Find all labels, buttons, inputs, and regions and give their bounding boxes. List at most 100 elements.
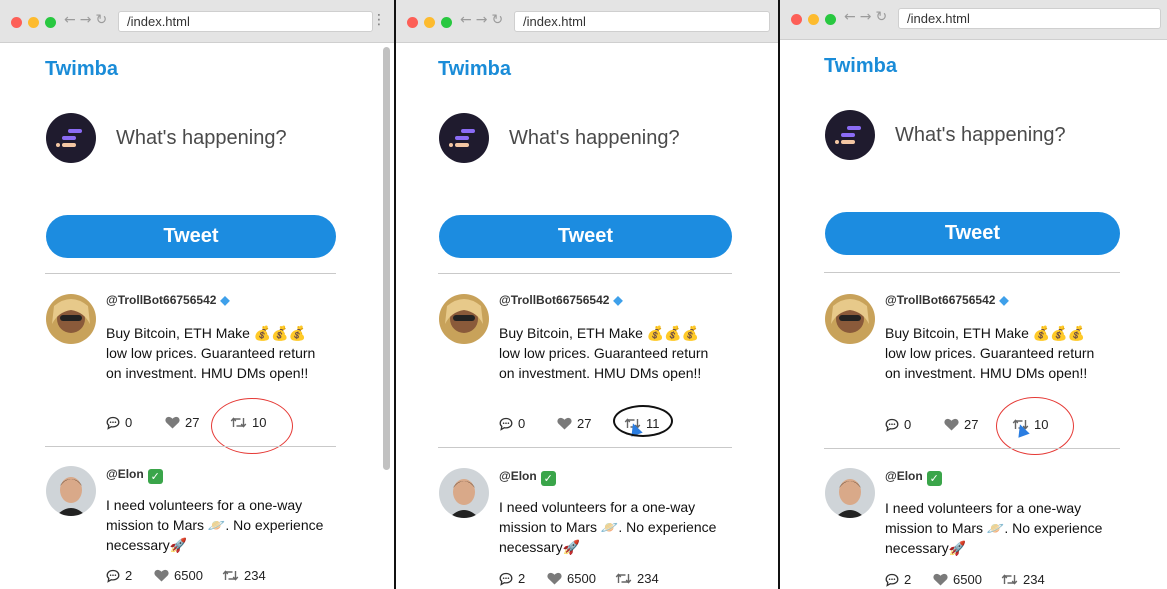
nav-arrows-icon[interactable]: ←→↻ — [64, 12, 111, 28]
tweet-button[interactable]: Tweet — [46, 215, 336, 258]
retweet-count: 10 — [1034, 417, 1049, 432]
retweet-count: 234 — [244, 568, 266, 583]
reply-count: 0 — [904, 417, 912, 432]
like-count: 27 — [185, 415, 200, 430]
like-stat[interactable]: 27 — [944, 417, 978, 432]
like-stat[interactable]: 27 — [165, 415, 199, 430]
tweet-button[interactable]: Tweet — [439, 215, 732, 258]
heart-icon — [547, 572, 562, 585]
compose-avatar — [439, 113, 489, 163]
retweet-count: 11 — [646, 416, 660, 431]
retweet-stat[interactable]: 234 — [222, 568, 266, 583]
browser-window-before: ←→↻ /index.html ⋮ Twimba What's happenin… — [0, 0, 396, 589]
reply-stat[interactable]: 2 — [106, 568, 132, 583]
twimba-app: Twimba What's happening? Tweet @TrollBot… — [0, 43, 394, 589]
retweet-stat[interactable]: 234 — [615, 571, 659, 586]
twimba-app: Twimba What's happening? Tweet @TrollBot… — [396, 43, 778, 589]
heart-icon — [165, 416, 180, 429]
like-count: 27 — [964, 417, 979, 432]
more-options-icon[interactable]: ⋮ — [372, 12, 386, 28]
post-handle[interactable]: @Elon ✓ — [885, 469, 942, 486]
retweet-icon — [615, 573, 632, 584]
nav-arrows-icon[interactable]: ←→↻ — [844, 9, 891, 25]
close-window-button[interactable] — [407, 17, 418, 28]
browser-toolbar: ←→↻ /index.html ⋮ — [0, 0, 394, 43]
twimba-app: Twimba What's happening? Tweet @TrollBot… — [780, 40, 1167, 589]
like-count: 6500 — [953, 572, 982, 587]
divider — [824, 272, 1120, 273]
like-stat[interactable]: 6500 — [933, 572, 982, 587]
comment-icon — [885, 573, 899, 587]
like-stat[interactable]: 6500 — [154, 568, 203, 583]
elon-avatar — [439, 468, 489, 518]
elon-avatar — [46, 466, 96, 516]
like-count: 6500 — [174, 568, 203, 583]
comment-icon — [106, 569, 120, 583]
like-stat[interactable]: 27 — [557, 416, 591, 431]
retweet-stat[interactable]: 234 — [1001, 572, 1045, 587]
minimize-window-button[interactable] — [424, 17, 435, 28]
compose-input[interactable]: What's happening? — [895, 124, 1066, 147]
post-text: I need volunteers for a one-way mission … — [499, 499, 717, 555]
heart-icon — [933, 573, 948, 586]
maximize-window-button[interactable] — [825, 14, 836, 25]
divider — [45, 273, 336, 274]
address-bar[interactable]: /index.html — [118, 11, 373, 32]
elon-avatar — [825, 468, 875, 518]
diamond-icon: ◆ — [613, 293, 623, 307]
post-handle[interactable]: @TrollBot66756542 ◆ — [106, 293, 230, 307]
post-handle[interactable]: @TrollBot66756542 ◆ — [885, 293, 1009, 307]
post-handle[interactable]: @Elon ✓ — [499, 469, 556, 486]
like-stat[interactable]: 6500 — [547, 571, 596, 586]
retweet-icon — [1001, 574, 1018, 585]
retweet-icon — [230, 417, 247, 428]
brand-title: Twimba — [824, 55, 897, 77]
reply-count: 0 — [125, 415, 133, 430]
reply-stat[interactable]: 2 — [499, 571, 525, 586]
comment-icon — [499, 417, 513, 431]
post-text: Buy Bitcoin, ETH Make 💰💰💰 low low prices… — [499, 325, 709, 381]
reply-stat[interactable]: 0 — [499, 416, 525, 431]
tweet-button[interactable]: Tweet — [825, 212, 1120, 255]
heart-icon — [944, 418, 959, 431]
compose-input[interactable]: What's happening? — [116, 127, 287, 150]
heart-icon — [557, 417, 572, 430]
reply-count: 2 — [125, 568, 133, 583]
browser-toolbar: ←→↻ /index.html — [780, 0, 1167, 40]
retweet-count: 234 — [1023, 572, 1045, 587]
retweet-count: 10 — [252, 415, 267, 430]
address-bar[interactable]: /index.html — [898, 8, 1161, 29]
post-handle[interactable]: @Elon ✓ — [106, 467, 163, 484]
close-window-button[interactable] — [791, 14, 802, 25]
check-icon: ✓ — [147, 469, 163, 484]
comment-icon — [499, 572, 513, 586]
like-count: 6500 — [567, 571, 596, 586]
compose-input[interactable]: What's happening? — [509, 127, 680, 150]
post-text: I need volunteers for a one-way mission … — [885, 500, 1103, 556]
post-handle[interactable]: @TrollBot66756542 ◆ — [499, 293, 623, 307]
compose-avatar — [46, 113, 96, 163]
browser-toolbar: ←→↻ /index.html — [396, 0, 778, 43]
post-text: Buy Bitcoin, ETH Make 💰💰💰 low low prices… — [106, 325, 316, 381]
reply-count: 2 — [904, 572, 912, 587]
nav-arrows-icon[interactable]: ←→↻ — [460, 12, 507, 28]
maximize-window-button[interactable] — [45, 17, 56, 28]
compose-avatar — [825, 110, 875, 160]
reply-stat[interactable]: 0 — [885, 417, 911, 432]
heart-icon — [154, 569, 169, 582]
retweet-stat[interactable]: 10 — [230, 415, 266, 430]
minimize-window-button[interactable] — [28, 17, 39, 28]
like-count: 27 — [577, 416, 592, 431]
maximize-window-button[interactable] — [441, 17, 452, 28]
divider — [45, 446, 336, 447]
close-window-button[interactable] — [11, 17, 22, 28]
troll-avatar — [439, 294, 489, 344]
diamond-icon: ◆ — [999, 293, 1009, 307]
divider — [438, 273, 732, 274]
reply-stat[interactable]: 0 — [106, 415, 132, 430]
address-bar[interactable]: /index.html — [514, 11, 770, 32]
reply-stat[interactable]: 2 — [885, 572, 911, 587]
divider — [438, 447, 732, 448]
minimize-window-button[interactable] — [808, 14, 819, 25]
reply-count: 0 — [518, 416, 526, 431]
